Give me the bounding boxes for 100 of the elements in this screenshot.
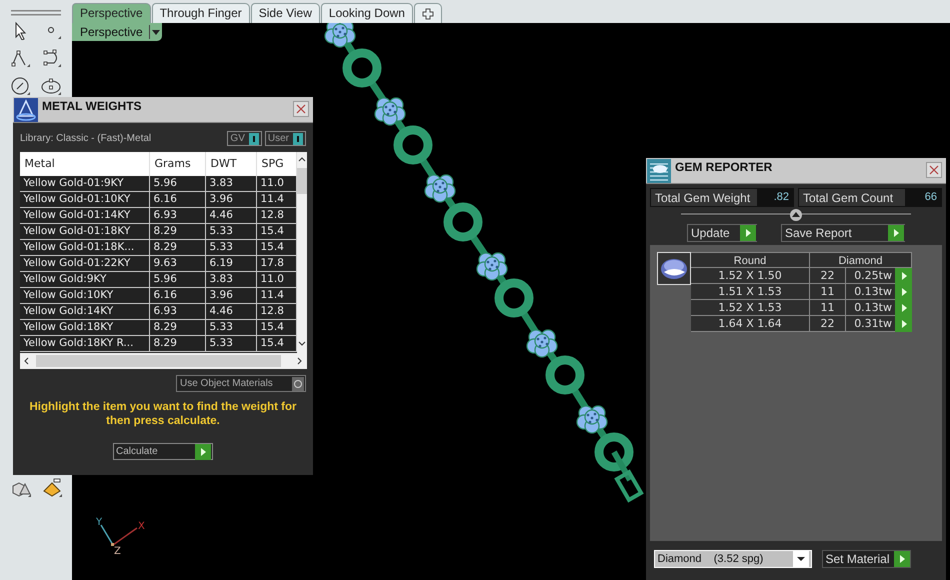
column-header[interactable]: DWT — [206, 152, 256, 176]
library-label: Library: Classic - (Fast)-Metal — [20, 133, 152, 144]
gem-icon — [659, 256, 689, 280]
view-tab[interactable]: Perspective — [72, 3, 151, 23]
table-cell: 5.33 — [206, 240, 256, 256]
table-cell: Yellow Gold-01:18K... — [20, 240, 150, 256]
total-label: Total Gem Count — [802, 190, 894, 204]
table-cell: Yellow Gold-01:14KY — [20, 208, 150, 224]
horizontal-scrollbar[interactable] — [20, 353, 306, 369]
close-button[interactable] — [293, 101, 309, 117]
table-cell: 1.51 X 1.53 — [691, 284, 810, 300]
table-cell: 5.33 — [206, 320, 256, 336]
table-cell: 0.31tw — [846, 316, 895, 332]
total-value: 66 — [905, 189, 941, 206]
table-cell: 0.25tw — [846, 268, 895, 284]
table-cell: Yellow Gold-01:18KY — [20, 224, 150, 240]
table-cell: Yellow Gold:10KY — [20, 288, 150, 304]
axis-drawing — [100, 524, 138, 546]
table-cell: Yellow Gold:9KY — [20, 272, 150, 288]
radio-icon — [292, 376, 304, 390]
table-cell: 1.52 X 1.53 — [691, 300, 810, 316]
set-material-button[interactable]: Set Material — [822, 550, 911, 568]
table-cell: 5.96 — [150, 176, 206, 192]
curve-icon[interactable] — [41, 48, 62, 68]
play-icon — [888, 225, 904, 241]
add-tab-button[interactable] — [414, 3, 442, 23]
axis-label: Y — [96, 517, 102, 528]
view-tab[interactable]: Through Finger — [152, 3, 250, 23]
table-cell: Yellow Gold:18KY — [20, 320, 150, 336]
table-cell: 11 — [810, 284, 846, 300]
table-cell: 1.64 X 1.64 — [691, 316, 810, 332]
calculate-button[interactable]: Calculate — [113, 443, 213, 460]
panel-title: METAL WEIGHTS — [42, 98, 143, 113]
table-cell: Yellow Gold-01:22KY — [20, 256, 150, 272]
collapse-handle[interactable] — [681, 208, 911, 222]
table-cell: 5.33 — [206, 224, 256, 240]
column-header[interactable]: Grams — [150, 152, 206, 176]
table-cell: 6.16 — [150, 288, 206, 304]
material-dropdown[interactable]: Diamond (3.52 spg) — [654, 550, 812, 568]
table-cell: 8.29 — [150, 240, 206, 256]
scale-icon — [14, 98, 38, 122]
close-icon — [929, 165, 939, 175]
viewport-menu[interactable]: Perspective — [72, 23, 162, 41]
ellipse-icon[interactable] — [41, 76, 62, 96]
column-header[interactable]: Round — [691, 252, 810, 268]
table-cell: 3.83 — [206, 272, 256, 288]
toolbar-grip[interactable] — [11, 10, 61, 16]
table-cell: 5.33 — [206, 336, 256, 352]
axis-label: X — [138, 521, 145, 532]
gem-thumbnail[interactable] — [657, 252, 691, 285]
view-tab[interactable]: Side View — [250, 3, 320, 23]
axis-label: Z — [114, 546, 121, 557]
play-icon — [740, 225, 756, 241]
table-cell: 8.29 — [150, 336, 206, 352]
table-cell: 4.46 — [206, 304, 256, 320]
caret-icon — [792, 551, 808, 567]
pyramid-icon[interactable] — [41, 478, 63, 498]
panel-title: GEM REPORTER — [675, 159, 774, 174]
title-bar[interactable]: METAL WEIGHTS — [13, 97, 313, 123]
table-cell: 8.29 — [150, 320, 206, 336]
toggle-button[interactable]: GV — [227, 131, 262, 146]
action-button[interactable]: Save Report — [781, 224, 905, 242]
table-cell: 6.16 — [150, 192, 206, 208]
table-cell: 6.19 — [206, 256, 256, 272]
table-cell: Yellow Gold-01:9KY — [20, 176, 150, 192]
table-cell: 5.96 — [150, 272, 206, 288]
polyline-icon[interactable] — [10, 48, 31, 68]
table-cell: 11 — [810, 300, 846, 316]
table-cell: 4.46 — [206, 208, 256, 224]
table-cell: 3.96 — [206, 192, 256, 208]
row-action-button[interactable] — [895, 268, 912, 284]
play-icon — [195, 444, 211, 460]
table-cell: Yellow Gold-01:10KY — [20, 192, 150, 208]
switch-icon — [293, 132, 303, 144]
circle-icon[interactable] — [10, 76, 31, 96]
table-cell: 6.93 — [150, 208, 206, 224]
table-cell: 9.63 — [150, 256, 206, 272]
close-icon — [296, 104, 306, 114]
column-header[interactable]: Metal — [20, 152, 150, 176]
toggle-button[interactable]: User — [264, 131, 306, 146]
table-cell: 22 — [810, 268, 846, 284]
column-header[interactable]: SPG — [256, 152, 296, 176]
vertical-scrollbar[interactable] — [296, 152, 306, 353]
table-cell: Yellow Gold:18KY R... — [20, 336, 150, 352]
plus-icon — [422, 8, 434, 20]
column-header[interactable]: Diamond — [810, 252, 912, 268]
view-tab[interactable]: Looking Down — [320, 3, 413, 23]
close-button[interactable] — [926, 162, 942, 178]
use-object-materials-toggle[interactable]: Use Object Materials — [176, 375, 306, 392]
row-action-button[interactable] — [895, 316, 912, 332]
action-button[interactable]: Update — [687, 224, 757, 242]
table-cell: 0.13tw — [846, 300, 895, 316]
total-label: Total Gem Weight — [654, 190, 752, 204]
table-cell: 8.29 — [150, 224, 206, 240]
metal-table[interactable] — [20, 152, 306, 369]
table-cell: Yellow Gold:14KY — [20, 304, 150, 320]
table-cell: 0.13tw — [846, 284, 895, 300]
title-bar[interactable]: GEM REPORTER — [646, 158, 946, 184]
table-cell: 1.52 X 1.50 — [691, 268, 810, 284]
table-cell: 3.83 — [206, 176, 256, 192]
